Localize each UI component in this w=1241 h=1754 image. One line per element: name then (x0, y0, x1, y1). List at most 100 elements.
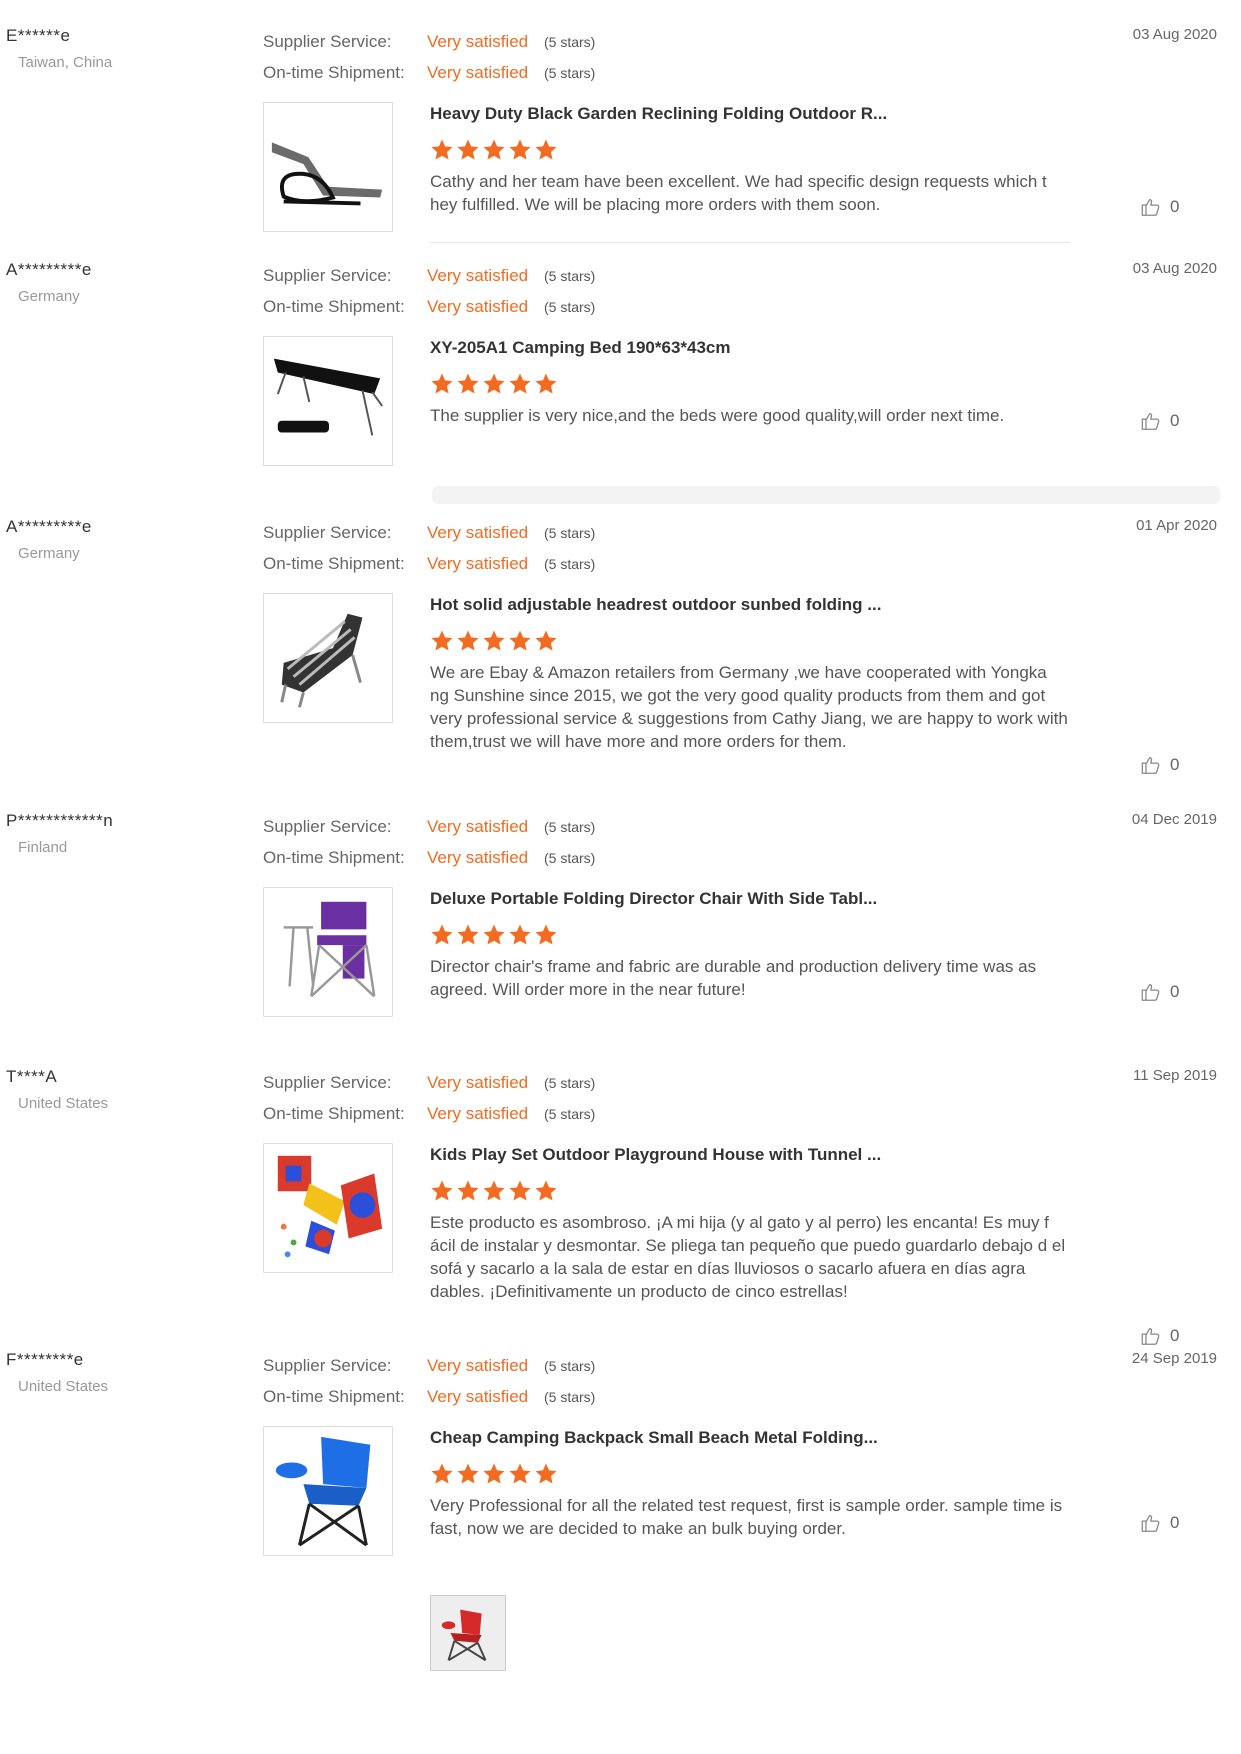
thumbs-up-icon (1140, 1512, 1162, 1534)
star-icon (430, 629, 454, 653)
supplier-service-value: Very satisfied (427, 31, 529, 51)
buyer-name: E******e (6, 26, 71, 45)
buyer-name: F********e (6, 1350, 84, 1369)
like-button[interactable]: 0 (1140, 410, 1179, 432)
review-content: XY-205A1 Camping Bed 190*63*43cm The sup… (430, 336, 1070, 427)
like-button[interactable]: 0 (1140, 1325, 1179, 1347)
shipment-label: On-time Shipment: (263, 1386, 405, 1406)
product-title[interactable]: Hot solid adjustable headrest outdoor su… (430, 593, 1070, 623)
product-thumbnail[interactable] (263, 336, 393, 466)
star-icon (430, 1179, 454, 1203)
buyer-location: Finland (18, 839, 68, 856)
product-title[interactable]: Heavy Duty Black Garden Reclining Foldin… (430, 102, 1070, 132)
like-button[interactable]: 0 (1140, 754, 1179, 776)
product-thumbnail[interactable] (263, 102, 393, 232)
product-thumbnail[interactable] (263, 1143, 393, 1273)
ratings-block: Supplier Service: Very satisfied (5 star… (263, 811, 595, 873)
star-icon (456, 372, 480, 396)
supplier-service-row: Supplier Service: Very satisfied (5 star… (263, 811, 595, 842)
thumbs-up-icon (1140, 1325, 1162, 1347)
like-button[interactable]: 0 (1140, 1512, 1179, 1534)
star-icon (482, 1179, 506, 1203)
ratings-block: Supplier Service: Very satisfied (5 star… (263, 517, 595, 579)
buyer-location: Taiwan, China (18, 54, 113, 71)
product-thumbnail[interactable] (263, 1426, 393, 1556)
buyer-name: P************n (6, 811, 114, 830)
thumbs-up-icon (1140, 196, 1162, 218)
star-icon (534, 1462, 558, 1486)
shipment-value: Very satisfied (427, 62, 529, 82)
buyer-location: United States (18, 1095, 109, 1112)
shipment-note: (5 stars) (544, 555, 596, 572)
supplier-service-note: (5 stars) (544, 267, 596, 284)
shipment-row: On-time Shipment: Very satisfied (5 star… (263, 57, 595, 88)
review-comment: We are Ebay & Amazon retailers from Germ… (430, 663, 1068, 751)
star-rating (430, 1456, 1070, 1492)
like-button[interactable]: 0 (1140, 196, 1179, 218)
review-content: Cheap Camping Backpack Small Beach Metal… (430, 1426, 1070, 1540)
shipment-row: On-time Shipment: Very satisfied (5 star… (263, 1098, 595, 1129)
review-content: Heavy Duty Black Garden Reclining Foldin… (430, 102, 1070, 216)
supplier-service-note: (5 stars) (544, 33, 596, 50)
review-date: 24 Sep 2019 (1131, 1350, 1217, 1367)
like-count: 0 (1170, 1513, 1180, 1532)
shipment-label: On-time Shipment: (263, 847, 405, 867)
star-icon (456, 629, 480, 653)
product-title[interactable]: Deluxe Portable Folding Director Chair W… (430, 887, 1070, 917)
supplier-service-label: Supplier Service: (263, 1072, 392, 1092)
buyer-info: P************n Finland (6, 811, 113, 856)
review-date: 01 Apr 2020 (1136, 517, 1217, 534)
supplier-service-label: Supplier Service: (263, 265, 392, 285)
shipment-note: (5 stars) (544, 1105, 596, 1122)
star-rating (430, 917, 1070, 953)
supplier-service-value: Very satisfied (427, 816, 529, 836)
product-title[interactable]: Cheap Camping Backpack Small Beach Metal… (430, 1426, 1070, 1456)
review-content: Hot solid adjustable headrest outdoor su… (430, 593, 1070, 753)
thumbs-up-icon (1140, 410, 1162, 432)
review-comment: The supplier is very nice,and the beds w… (430, 406, 1005, 425)
product-thumbnail[interactable] (263, 593, 393, 723)
star-icon (508, 138, 532, 162)
supplier-service-value: Very satisfied (427, 1072, 529, 1092)
like-count: 0 (1170, 755, 1180, 774)
shipment-note: (5 stars) (544, 849, 596, 866)
review-attachment-image[interactable] (430, 1595, 506, 1671)
star-rating (430, 132, 1070, 168)
product-title[interactable]: XY-205A1 Camping Bed 190*63*43cm (430, 336, 1070, 366)
like-count: 0 (1170, 1326, 1180, 1345)
shipment-row: On-time Shipment: Very satisfied (5 star… (263, 1381, 595, 1412)
supplier-service-value: Very satisfied (427, 1355, 529, 1375)
review-date: 11 Sep 2019 (1133, 1067, 1217, 1084)
review-comment: Very Professional for all the related te… (430, 1496, 1063, 1538)
buyer-location: Germany (18, 545, 80, 562)
shipment-value: Very satisfied (427, 847, 529, 867)
shipment-label: On-time Shipment: (263, 553, 405, 573)
star-icon (482, 923, 506, 947)
supplier-service-value: Very satisfied (427, 265, 529, 285)
star-icon (534, 138, 558, 162)
shipment-label: On-time Shipment: (263, 296, 405, 316)
star-icon (430, 923, 454, 947)
shipment-value: Very satisfied (427, 296, 529, 316)
shipment-note: (5 stars) (544, 1388, 596, 1405)
product-title[interactable]: Kids Play Set Outdoor Playground House w… (430, 1143, 1070, 1173)
camping-chair-icon (275, 1436, 371, 1547)
like-button[interactable]: 0 (1140, 981, 1179, 1003)
star-rating (430, 366, 1070, 402)
supplier-service-label: Supplier Service: (263, 1355, 392, 1375)
star-icon (534, 372, 558, 396)
product-thumbnail[interactable] (263, 887, 393, 1017)
shipment-value: Very satisfied (427, 1103, 529, 1123)
review-date: 03 Aug 2020 (1132, 260, 1217, 277)
ratings-block: Supplier Service: Very satisfied (5 star… (263, 260, 595, 322)
star-icon (482, 372, 506, 396)
supplier-service-row: Supplier Service: Very satisfied (5 star… (263, 517, 595, 548)
buyer-name: A*********e (6, 260, 92, 279)
review-comment: Director chair's frame and fabric are du… (430, 957, 1037, 999)
star-rating (430, 623, 1070, 659)
review-content: Deluxe Portable Folding Director Chair W… (430, 887, 1070, 1001)
star-icon (508, 372, 532, 396)
shipment-note: (5 stars) (544, 64, 596, 81)
supplier-service-label: Supplier Service: (263, 31, 392, 51)
red-chair-photo-icon (431, 1596, 505, 1670)
